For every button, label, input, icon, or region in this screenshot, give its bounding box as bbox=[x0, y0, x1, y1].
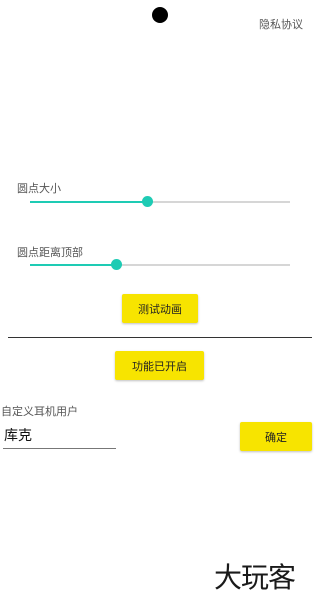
divider bbox=[8, 337, 312, 338]
slider-fill bbox=[30, 264, 116, 266]
feature-enabled-button[interactable]: 功能已开启 bbox=[115, 351, 204, 380]
custom-user-input[interactable] bbox=[3, 424, 116, 449]
slider-fill bbox=[30, 201, 147, 203]
dot-top-distance-slider[interactable] bbox=[30, 258, 290, 272]
dot-size-slider[interactable] bbox=[30, 195, 290, 209]
test-animation-button[interactable]: 测试动画 bbox=[122, 294, 198, 323]
confirm-button[interactable]: 确定 bbox=[240, 422, 312, 451]
custom-user-label: 自定义耳机用户 bbox=[1, 405, 78, 418]
black-dot-indicator bbox=[152, 7, 168, 23]
watermark-logo: 大玩客 bbox=[214, 561, 296, 594]
slider-thumb[interactable] bbox=[110, 259, 122, 270]
privacy-policy-link[interactable]: 隐私协议 bbox=[250, 16, 312, 32]
slider-thumb[interactable] bbox=[142, 196, 153, 207]
dot-size-label: 圆点大小 bbox=[17, 182, 61, 195]
